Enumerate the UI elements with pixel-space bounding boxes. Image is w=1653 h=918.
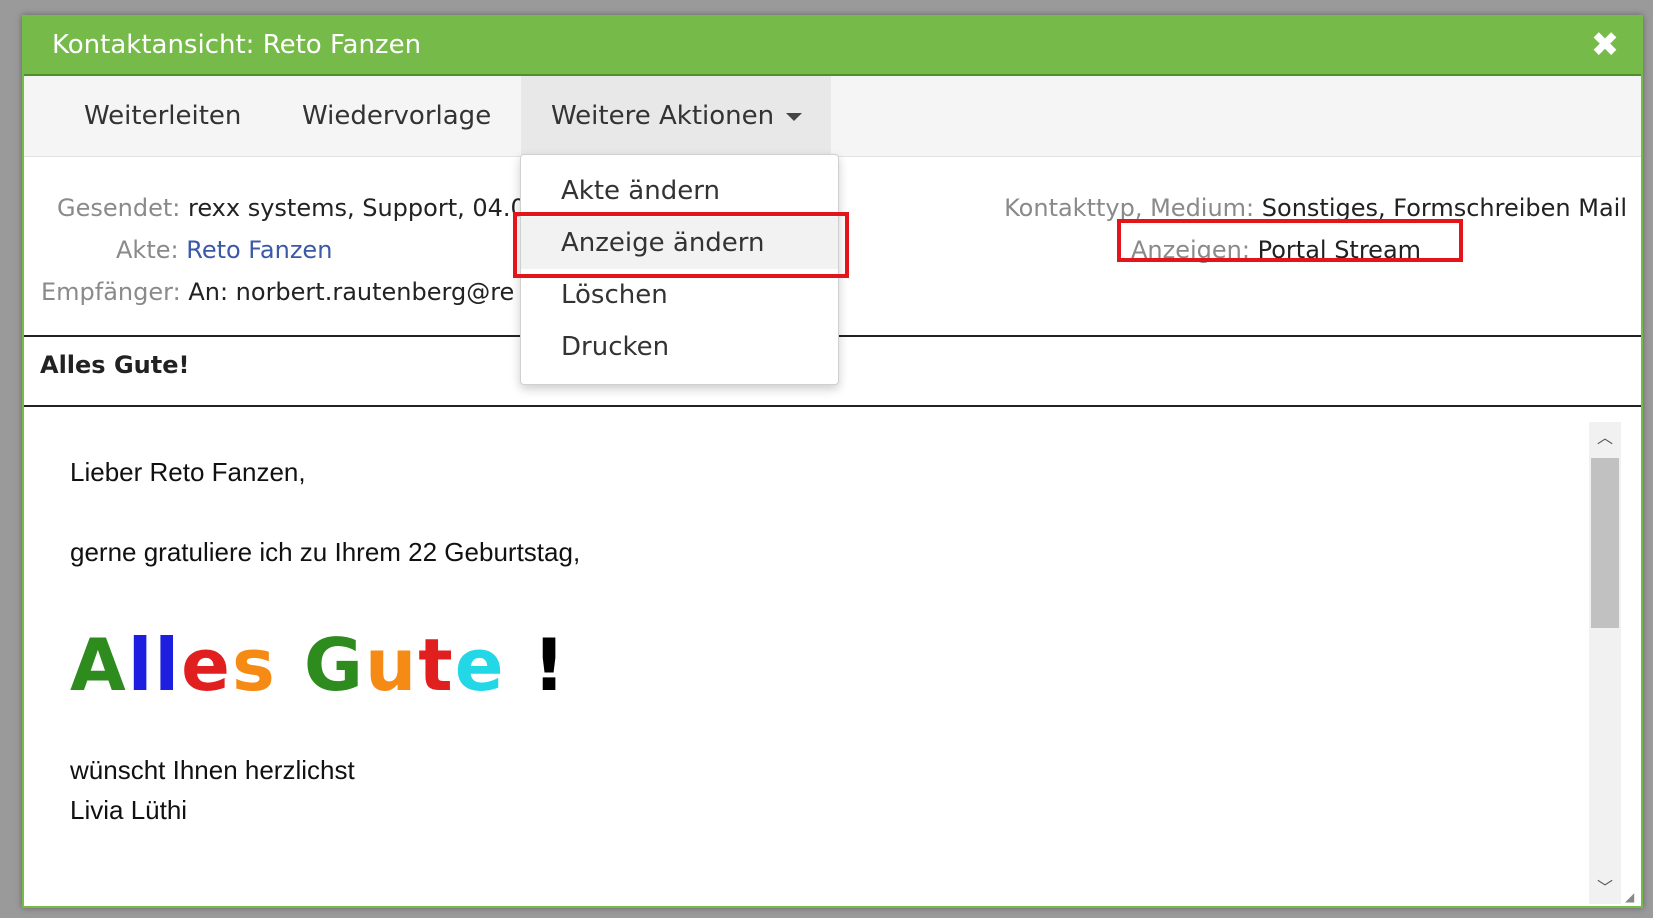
file-row: Akte: Reto Fanzen: [116, 235, 332, 265]
resize-handle-icon[interactable]: ◢: [1625, 890, 1639, 904]
file-label: Akte:: [116, 236, 179, 264]
file-link[interactable]: Reto Fanzen: [186, 236, 332, 264]
banner-letter: t: [418, 623, 455, 707]
contact-type-label: Kontakttyp, Medium:: [1004, 194, 1255, 222]
banner-letter: !: [532, 623, 568, 707]
recipient-value: An: norbert.rautenberg@re: [188, 278, 515, 306]
more-actions-label: Weitere Aktionen: [551, 101, 775, 131]
banner-letter: [506, 623, 533, 707]
close-icon[interactable]: ✖: [1589, 28, 1621, 62]
more-actions-button[interactable]: Weitere Aktionen: [521, 76, 831, 156]
banner-letter: A: [70, 623, 128, 707]
banner-letter: e: [454, 623, 506, 707]
scrollbar-thumb[interactable]: [1591, 458, 1619, 628]
menu-item-print[interactable]: Drucken: [521, 321, 838, 373]
sent-value: rexx systems, Support, 04.0: [187, 194, 526, 222]
caret-down-icon: [786, 112, 803, 121]
forward-button[interactable]: Weiterleiten: [84, 76, 241, 156]
message-body: Lieber Reto Fanzen, gerne gratuliere ich…: [24, 407, 1641, 906]
banner-letter: u: [365, 623, 419, 707]
menu-item-change-file[interactable]: Akte ändern: [521, 165, 838, 217]
sent-row: Gesendet: rexx systems, Support, 04.0: [57, 193, 526, 223]
banner-letter: e: [181, 623, 232, 707]
letter-signature: Livia Lüthi: [70, 795, 188, 825]
highlight-box: [1117, 219, 1463, 262]
contact-type-value: Sonstiges, Formschreiben Mail: [1261, 194, 1627, 222]
followup-label: Wiedervorlage: [302, 101, 492, 131]
highlight-box: [513, 212, 849, 278]
action-toolbar: Weiterleiten Wiedervorlage Weitere Aktio…: [24, 76, 1641, 157]
followup-button[interactable]: Wiedervorlage: [302, 76, 491, 156]
banner-letter: l: [154, 623, 182, 707]
letter-line: gerne gratuliere ich zu Ihrem 22 Geburts…: [70, 537, 581, 567]
contact-view-dialog: Kontaktansicht: Reto Fanzen ✖ Weiterleit…: [22, 15, 1643, 908]
banner-letter: s: [231, 623, 277, 707]
letter-greeting: Lieber Reto Fanzen,: [70, 457, 306, 487]
letter-closing: wünscht Ihnen herzlichst: [70, 755, 355, 785]
chevron-down-icon[interactable]: ﹀: [1589, 872, 1621, 904]
message-subject: Alles Gute!: [40, 351, 190, 379]
dialog-title: Kontaktansicht: Reto Fanzen: [52, 30, 422, 60]
recipient-row: Empfänger: An: norbert.rautenberg@re: [41, 277, 514, 307]
sent-label: Gesendet:: [57, 194, 181, 222]
congratulations-banner: Alles Gute !: [70, 625, 567, 705]
banner-letter: G: [303, 623, 365, 707]
banner-letter: [277, 623, 304, 707]
dialog-titlebar: Kontaktansicht: Reto Fanzen ✖: [24, 17, 1641, 76]
vertical-scrollbar[interactable]: ︿ ﹀: [1589, 422, 1621, 904]
banner-letter: l: [127, 623, 155, 707]
recipient-label: Empfänger:: [41, 278, 181, 306]
chevron-up-icon[interactable]: ︿: [1589, 422, 1621, 454]
forward-label: Weiterleiten: [84, 101, 242, 131]
